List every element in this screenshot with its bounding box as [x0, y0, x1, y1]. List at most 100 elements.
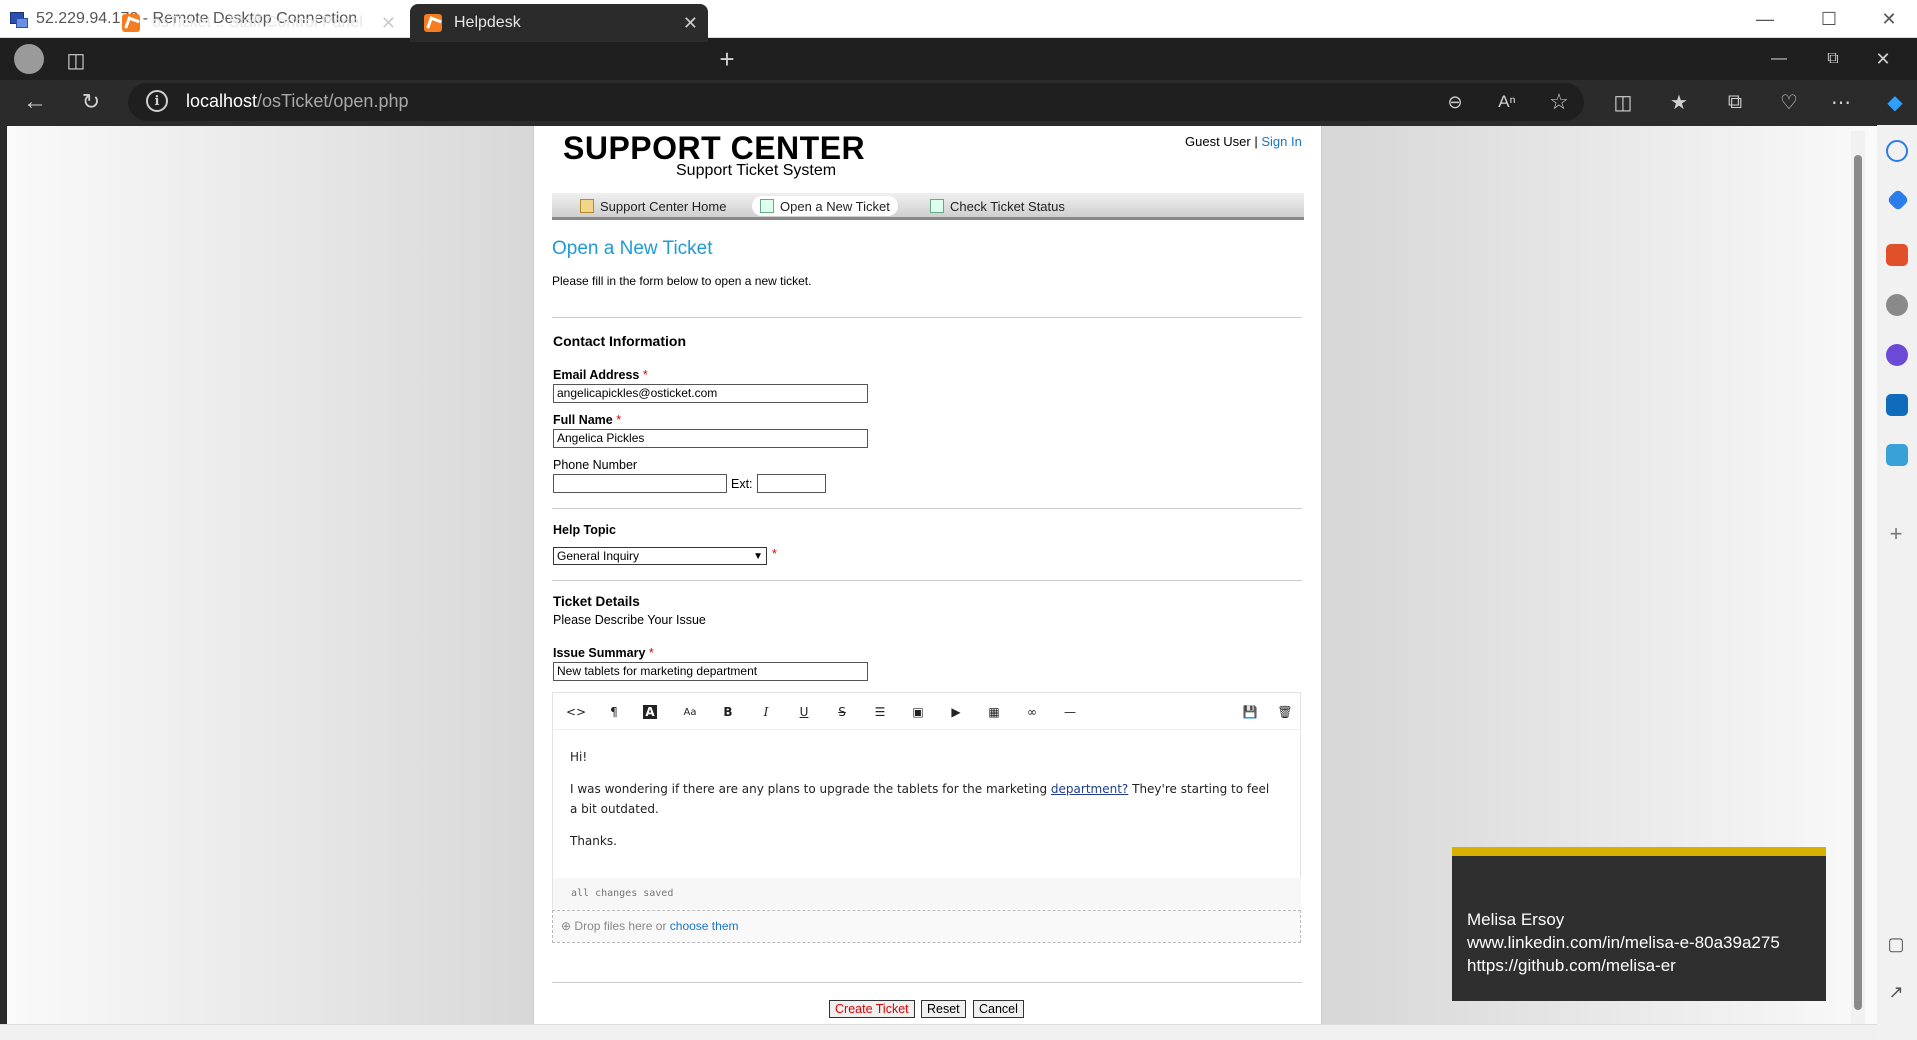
upload-icon: ⊕: [561, 919, 572, 933]
full-name-label: Full Name *: [553, 413, 622, 427]
bold-icon[interactable]: B: [719, 703, 737, 721]
nav-support-center-home[interactable]: Support Center Home: [572, 196, 734, 216]
zoom-out-icon[interactable]: ⊖: [1440, 87, 1470, 117]
logo-subtitle: Support Ticket System: [676, 162, 837, 179]
back-icon[interactable]: ←: [20, 87, 50, 117]
full-name-field[interactable]: Angelica Pickles: [553, 429, 868, 448]
browser-essentials-icon[interactable]: ♡: [1774, 87, 1804, 117]
editor-line: Thanks.: [570, 834, 617, 848]
ticket-status-icon: [930, 199, 944, 213]
tab-staff-control-panel[interactable]: osTicket :: Staff Control Panel ✕: [108, 4, 406, 42]
paragraph-icon[interactable]: ¶: [605, 703, 623, 721]
choose-files-link[interactable]: choose them: [670, 919, 739, 933]
help-topic-select[interactable]: General Inquiry ▼: [553, 547, 767, 565]
table-icon[interactable]: ▦: [985, 703, 1003, 721]
games-icon[interactable]: [1886, 344, 1908, 366]
nav-open-new-ticket[interactable]: Open a New Ticket: [752, 196, 898, 216]
author-name: Melisa Ersoy: [1467, 910, 1565, 929]
tab-helpdesk[interactable]: Helpdesk ✕: [410, 4, 708, 42]
remote-desktop-icon: [10, 10, 28, 28]
cancel-button[interactable]: Cancel: [973, 1000, 1024, 1018]
help-topic-label: Help Topic: [553, 523, 616, 537]
nav-check-ticket-status[interactable]: Check Ticket Status: [922, 196, 1073, 216]
reload-icon[interactable]: ↻: [76, 87, 106, 117]
profile-avatar-icon[interactable]: [14, 44, 44, 74]
sign-in-link[interactable]: Sign In: [1261, 134, 1301, 149]
minimize-icon[interactable]: —: [1736, 0, 1794, 38]
help-topic-value: General Inquiry: [557, 549, 640, 563]
browser-minimize-icon[interactable]: —: [1764, 44, 1794, 74]
sidebar-layout-icon[interactable]: ▢: [1884, 932, 1908, 956]
vertical-scrollbar-thumb[interactable]: [1854, 155, 1862, 1010]
html-code-icon[interactable]: <>: [566, 703, 586, 721]
create-ticket-button[interactable]: Create Ticket: [829, 1000, 915, 1018]
read-aloud-icon[interactable]: Aⁿ: [1492, 87, 1522, 117]
page-title: Open a New Ticket: [552, 238, 713, 259]
add-sidebar-app-icon[interactable]: +: [1884, 521, 1908, 546]
contact-heading: Contact Information: [553, 333, 686, 349]
drop-icon[interactable]: [1886, 444, 1908, 466]
tab-close-icon[interactable]: ✕: [381, 13, 396, 34]
email-field[interactable]: angelicapickles@osticket.com: [553, 384, 868, 403]
ext-field[interactable]: [757, 474, 826, 493]
site-info-icon[interactable]: i: [146, 90, 168, 112]
favorites-list-icon[interactable]: ★: [1664, 87, 1694, 117]
close-icon[interactable]: ✕: [1860, 0, 1917, 38]
divider: [552, 982, 1302, 983]
save-draft-icon[interactable]: 💾: [1241, 703, 1259, 721]
tab-close-icon[interactable]: ✕: [683, 13, 698, 34]
tab-label: Helpdesk: [454, 14, 521, 31]
people-icon[interactable]: [1886, 294, 1908, 316]
tools-icon[interactable]: [1886, 244, 1908, 266]
tab-actions-icon[interactable]: ◫: [62, 46, 90, 74]
new-ticket-icon: [760, 199, 774, 213]
home-icon: [580, 199, 594, 213]
split-screen-icon[interactable]: ◫: [1608, 87, 1638, 117]
file-dropzone[interactable]: ⊕ Drop files here or choose them: [552, 910, 1301, 943]
ticket-details-heading: Ticket Details: [553, 594, 640, 609]
delete-draft-icon[interactable]: 🗑: [1276, 703, 1294, 721]
image-icon[interactable]: ▣: [909, 703, 927, 721]
issue-summary-field[interactable]: New tablets for marketing department: [553, 662, 868, 681]
maximize-icon[interactable]: ☐: [1800, 0, 1858, 38]
new-tab-icon[interactable]: +: [712, 44, 742, 74]
font-size-icon[interactable]: Aa: [681, 703, 699, 721]
outlook-icon[interactable]: [1886, 394, 1908, 416]
browser-restore-icon[interactable]: ⧉: [1818, 44, 1848, 74]
author-overlay-card: Melisa Ersoy www.linkedin.com/in/melisa-…: [1452, 847, 1826, 1001]
department-link[interactable]: department?: [1051, 782, 1128, 796]
browser-tab-bar: [0, 38, 1917, 80]
video-icon[interactable]: ▶: [947, 703, 965, 721]
underline-icon[interactable]: U: [795, 703, 813, 721]
divider: [552, 317, 1302, 318]
copilot-icon[interactable]: ◆: [1880, 87, 1910, 117]
collections-icon[interactable]: ⧉: [1720, 87, 1750, 117]
font-color-icon[interactable]: A: [643, 705, 657, 719]
link-icon[interactable]: ∞: [1023, 703, 1041, 721]
list-icon[interactable]: ☰: [871, 703, 889, 721]
nav-label: Open a New Ticket: [780, 198, 890, 214]
intro-text: Please fill in the form below to open a …: [552, 274, 812, 288]
editor-content[interactable]: Hi! I was wondering if there are any pla…: [570, 747, 1280, 863]
ticket-details-subtitle: Please Describe Your Issue: [553, 613, 706, 627]
main-nav: Support Center Home Open a New Ticket Ch…: [552, 193, 1304, 220]
phone-field[interactable]: [553, 474, 727, 493]
url-text[interactable]: localhost/osTicket/open.php: [186, 91, 408, 112]
email-label: Email Address *: [553, 368, 648, 382]
author-github: https://github.com/melisa-er: [1467, 956, 1676, 975]
issue-summary-label: Issue Summary *: [553, 646, 654, 660]
user-status: Guest User | Sign In: [1185, 134, 1302, 149]
favorite-star-icon[interactable]: ☆: [1544, 87, 1574, 117]
search-icon[interactable]: [1886, 140, 1908, 162]
tab-label: osTicket :: Staff Control Panel: [152, 14, 363, 31]
horizontal-rule-icon[interactable]: —: [1061, 703, 1079, 721]
more-options-icon[interactable]: ⋯: [1826, 87, 1856, 117]
reset-button[interactable]: Reset: [921, 1000, 966, 1018]
editor-line: I was wondering if there are any plans t…: [570, 782, 1270, 816]
sidebar-settings-icon[interactable]: ↗: [1884, 980, 1908, 1004]
horizontal-scrollbar[interactable]: [0, 1024, 1877, 1040]
browser-close-icon[interactable]: ✕: [1868, 44, 1898, 74]
strikethrough-icon[interactable]: S: [833, 703, 851, 721]
guest-user-label: Guest User |: [1185, 134, 1258, 149]
italic-icon[interactable]: I: [757, 703, 775, 721]
